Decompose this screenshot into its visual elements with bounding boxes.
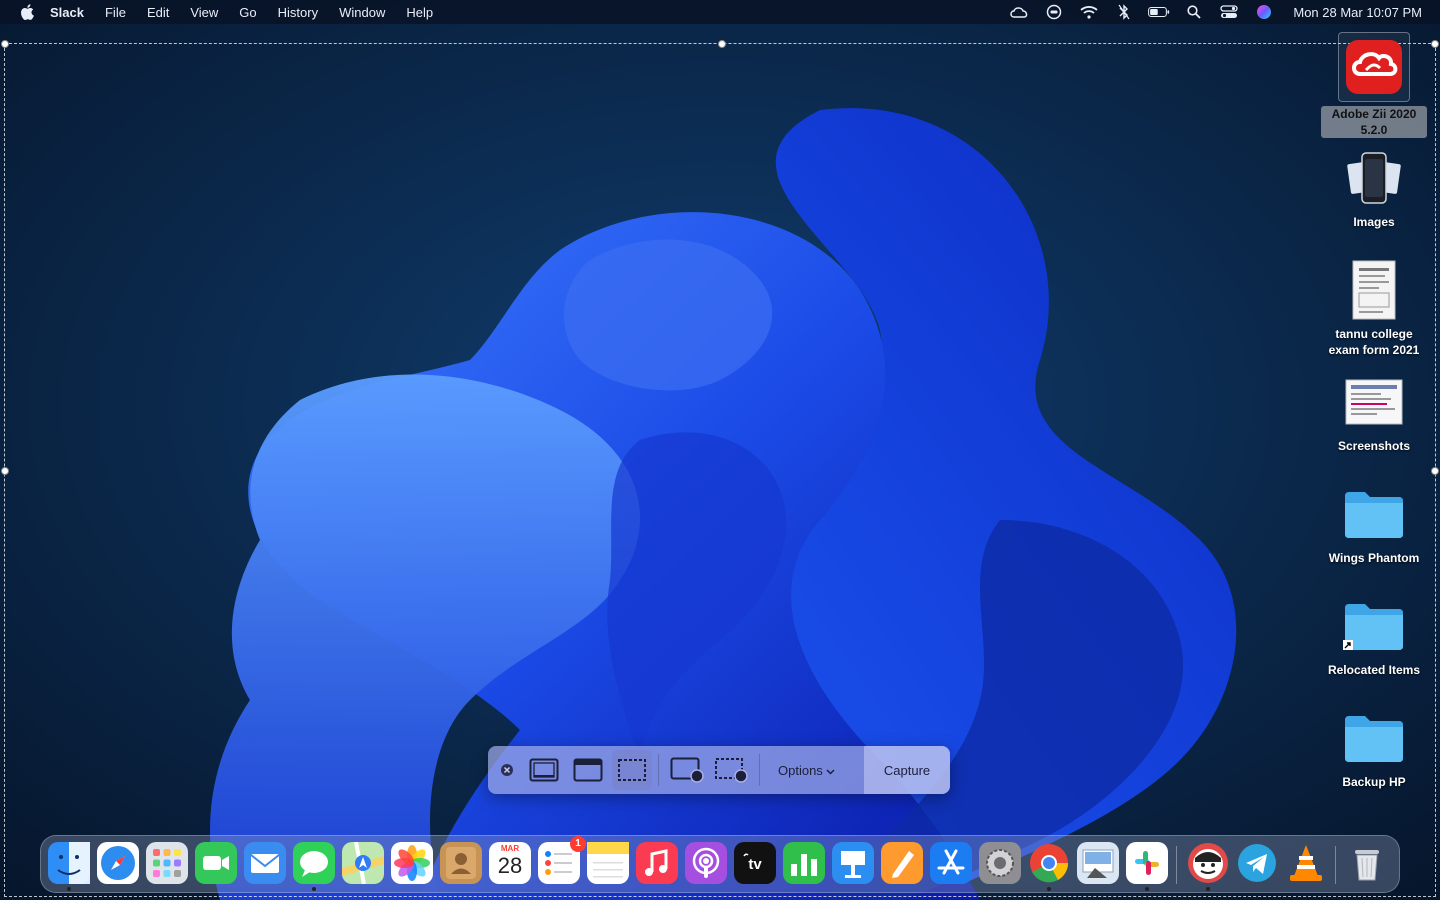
menu-view[interactable]: View (190, 5, 218, 20)
dock-notes-icon[interactable] (587, 842, 629, 884)
dock-finder-icon[interactable] (48, 842, 90, 891)
resize-handle-top-right[interactable] (1431, 40, 1439, 48)
images-thumbnail-icon (1342, 146, 1406, 210)
running-indicator (1145, 887, 1149, 891)
vpn-icon[interactable] (1043, 4, 1065, 20)
dock-contacts-icon[interactable] (440, 842, 482, 884)
dock-telegram-icon[interactable] (1236, 842, 1278, 884)
dock-trash-icon[interactable] (1346, 842, 1388, 884)
desktop-item-label: Relocated Items (1327, 663, 1421, 677)
dock-pages-icon[interactable] (881, 842, 923, 884)
desktop-item-label: tannu college exam form 2021 (1328, 327, 1420, 357)
dock-podcasts-icon[interactable] (685, 842, 727, 884)
desktop-item-screenshots[interactable]: Screenshots (1319, 370, 1429, 454)
menu-bar: Slack File Edit View Go History Window H… (0, 0, 1440, 24)
dock-chrome-icon[interactable] (1028, 842, 1070, 891)
resize-handle-top[interactable] (718, 40, 726, 48)
capture-window-icon[interactable] (566, 750, 610, 790)
dock-calendar-icon[interactable]: MAR 28 (489, 842, 531, 884)
capture-entire-screen-icon[interactable] (522, 750, 566, 790)
toolbar-divider (658, 754, 659, 786)
document-thumbnail-icon (1342, 258, 1406, 322)
siri-icon[interactable] (1253, 4, 1275, 20)
calendar-day: 28 (497, 853, 523, 878)
menu-app-name[interactable]: Slack (50, 5, 84, 20)
dock-divider (1176, 846, 1177, 884)
creative-cloud-icon[interactable] (1008, 4, 1030, 20)
apple-menu-icon[interactable] (18, 3, 36, 21)
dock-photos-icon[interactable] (391, 842, 433, 884)
screenshot-toolbar: Options Capture (488, 746, 950, 794)
dock-safari-icon[interactable] (97, 842, 139, 884)
record-screen-icon[interactable] (665, 750, 709, 790)
dock-mail-icon[interactable] (244, 842, 286, 884)
screenshot-thumbnail-icon (1342, 370, 1406, 434)
close-icon[interactable] (492, 750, 522, 790)
desktop-item-backup-hp[interactable]: Backup HP (1319, 706, 1429, 790)
desktop-item-label: Images (1353, 215, 1395, 229)
running-indicator (1047, 887, 1051, 891)
menu-edit[interactable]: Edit (147, 5, 169, 20)
toolbar-divider (759, 754, 760, 786)
menubar-clock[interactable]: Mon 28 Mar 10:07 PM (1293, 5, 1422, 20)
capture-selection-icon[interactable] (612, 750, 652, 790)
options-button[interactable]: Options (766, 750, 847, 790)
folder-icon (1342, 706, 1406, 770)
desktop-item-adobe-zii[interactable]: Adobe Zii 2020 5.2.0 (1319, 32, 1429, 138)
wifi-icon[interactable] (1078, 4, 1100, 20)
folder-icon (1342, 482, 1406, 546)
dock-messages-icon[interactable] (293, 842, 335, 891)
dock-maps-icon[interactable] (342, 842, 384, 884)
running-indicator (1206, 887, 1210, 891)
menu-history[interactable]: History (278, 5, 318, 20)
dock-facetime-icon[interactable] (195, 842, 237, 884)
options-label: Options (778, 762, 823, 778)
dock-apple-tv-icon[interactable]: tv (734, 842, 776, 884)
desktop-item-label: Screenshots (1337, 439, 1411, 453)
desktop-item-label: Wings Phantom (1328, 551, 1420, 565)
dock-app-store-icon[interactable] (930, 842, 972, 884)
folder-alias-icon (1342, 594, 1406, 658)
menu-file[interactable]: File (105, 5, 126, 20)
desktop-item-wings-phantom[interactable]: Wings Phantom (1319, 482, 1429, 566)
desktop-item-exam-form[interactable]: tannu college exam form 2021 (1319, 258, 1429, 358)
desktop-item-label: Backup HP (1342, 775, 1406, 789)
record-selection-icon[interactable] (709, 750, 753, 790)
dock-preview-icon[interactable] (1077, 842, 1119, 884)
spotlight-icon[interactable] (1183, 4, 1205, 20)
notification-badge: 1 (570, 836, 586, 852)
control-center-icon[interactable] (1218, 4, 1240, 20)
status-area: Mon 28 Mar 10:07 PM (995, 0, 1422, 24)
svg-text:tv: tv (748, 856, 762, 873)
dock-divider (1335, 846, 1336, 884)
calendar-month: MAR (500, 844, 520, 853)
desktop-item-label: Adobe Zii 2020 5.2.0 (1321, 106, 1427, 138)
running-indicator (312, 887, 316, 891)
resize-handle-left[interactable] (1, 467, 9, 475)
desktop-item-relocated-items[interactable]: Relocated Items (1319, 594, 1429, 678)
dock-system-preferences-icon[interactable] (979, 842, 1021, 884)
dock-reminders-icon[interactable]: 1 (538, 836, 586, 884)
bluetooth-icon[interactable] (1113, 4, 1135, 20)
dock-numbers-icon[interactable] (783, 842, 825, 884)
menu-go[interactable]: Go (239, 5, 256, 20)
dock-keynote-icon[interactable] (832, 842, 874, 884)
running-indicator (67, 887, 71, 891)
battery-icon[interactable] (1148, 4, 1170, 20)
menu-window[interactable]: Window (339, 5, 385, 20)
dock-launchpad-icon[interactable] (146, 842, 188, 884)
adobe-cc-icon (1338, 32, 1410, 102)
dock-mole-app-icon[interactable] (1187, 842, 1229, 891)
dock: MAR 28 1 tv (40, 835, 1400, 893)
dock-vlc-icon[interactable] (1285, 842, 1327, 884)
resize-handle-right[interactable] (1431, 467, 1439, 475)
desktop-item-images[interactable]: Images (1319, 146, 1429, 230)
menu-help[interactable]: Help (406, 5, 433, 20)
dock-slack-icon[interactable] (1126, 842, 1168, 891)
chevron-down-icon (826, 763, 835, 778)
resize-handle-top-left[interactable] (1, 40, 9, 48)
dock-music-icon[interactable] (636, 842, 678, 884)
capture-button[interactable]: Capture (864, 746, 950, 794)
